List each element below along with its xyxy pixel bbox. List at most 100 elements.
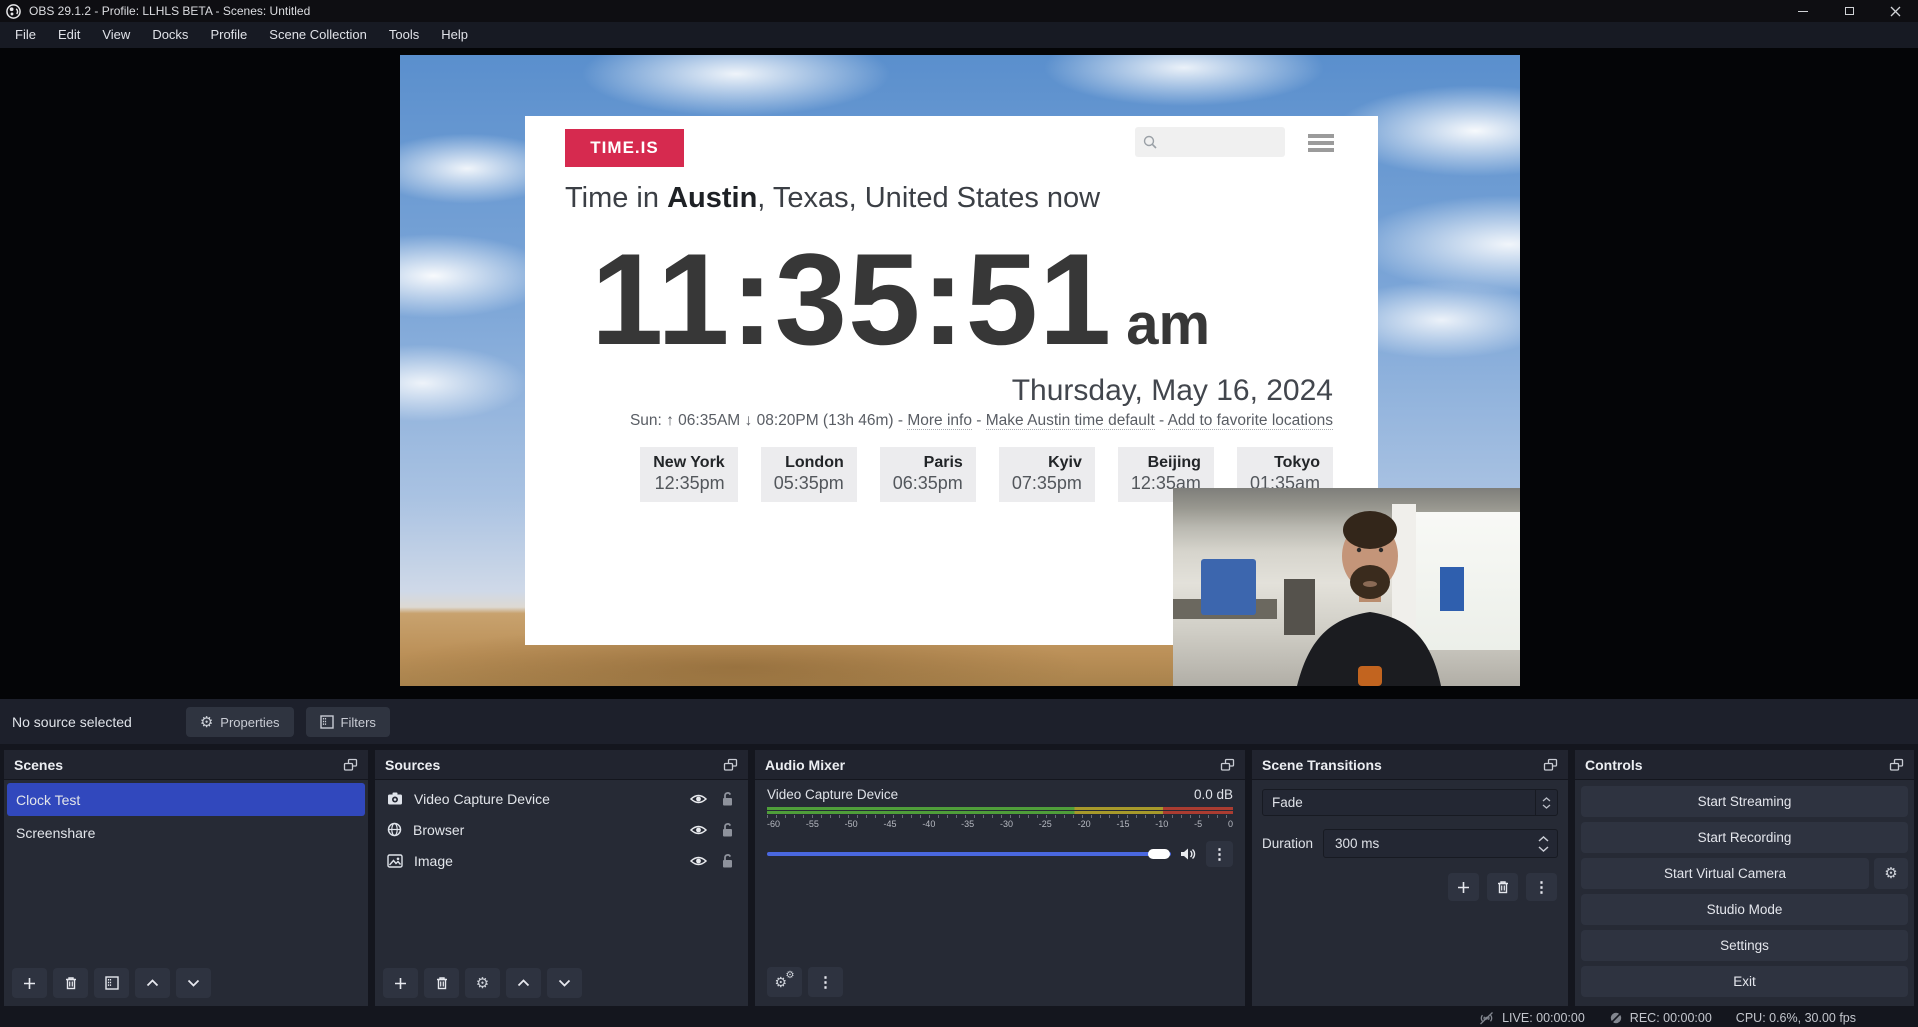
scene-item-clock-test[interactable]: Clock Test [7, 783, 365, 816]
start-streaming-button[interactable]: Start Streaming [1581, 786, 1908, 817]
unlock-icon[interactable] [721, 822, 734, 837]
transition-select[interactable]: Fade [1262, 789, 1558, 816]
more-info-link[interactable]: More info [907, 412, 972, 430]
start-virtual-camera-button[interactable]: Start Virtual Camera [1581, 858, 1869, 889]
timeis-search-box[interactable] [1135, 127, 1285, 157]
source-item-image[interactable]: Image [375, 845, 748, 876]
settings-button[interactable]: Settings [1581, 930, 1908, 961]
virtual-camera-config-button[interactable]: ⚙ [1874, 858, 1908, 889]
transition-selected-value: Fade [1272, 795, 1303, 810]
remove-scene-button[interactable] [53, 968, 88, 998]
transitions-panel-title: Scene Transitions [1262, 757, 1382, 773]
gears-icon: ⚙⚙ [775, 973, 795, 991]
volume-slider-handle[interactable] [1148, 849, 1170, 859]
dock-popout-icon[interactable] [1543, 758, 1558, 772]
no-source-label: No source selected [12, 714, 132, 730]
close-button[interactable] [1872, 0, 1918, 22]
unlock-icon[interactable] [721, 853, 734, 868]
menu-view[interactable]: View [91, 22, 141, 48]
menu-edit[interactable]: Edit [47, 22, 91, 48]
hamburger-menu-icon[interactable] [1308, 134, 1334, 152]
plus-icon [394, 977, 407, 990]
menu-scene-collection[interactable]: Scene Collection [258, 22, 378, 48]
city-paris[interactable]: Paris06:35pm [880, 447, 976, 502]
mixer-level-db: 0.0 dB [1194, 787, 1233, 802]
menu-file[interactable]: File [4, 22, 47, 48]
scene-canvas[interactable]: TIME.IS Time in Austin, Texas, United St… [400, 55, 1520, 686]
exit-button[interactable]: Exit [1581, 966, 1908, 997]
dock-popout-icon[interactable] [343, 758, 358, 772]
source-item-browser[interactable]: Browser [375, 814, 748, 845]
dock-popout-icon[interactable] [723, 758, 738, 772]
globe-icon [387, 822, 402, 837]
source-item-video-capture[interactable]: Video Capture Device [375, 783, 748, 814]
scene-item-screenshare[interactable]: Screenshare [7, 816, 365, 849]
remove-source-button[interactable] [424, 968, 459, 998]
transition-menu-button[interactable]: ⋮ [1526, 873, 1557, 901]
dock-popout-icon[interactable] [1220, 758, 1235, 772]
move-scene-up-button[interactable] [135, 968, 170, 998]
sources-panel-title: Sources [385, 757, 440, 773]
scenes-panel: Scenes Clock Test Screenshare [4, 750, 368, 1006]
sun-times: Sun: ↑ 06:35AM ↓ 08:20PM (13h 46m) [630, 412, 894, 429]
titlebar: OBS 29.1.2 - Profile: LLHLS BETA - Scene… [0, 0, 1918, 22]
scene-filters-button[interactable] [94, 968, 129, 998]
eye-icon[interactable] [690, 855, 707, 867]
spinner-arrows-icon[interactable] [1538, 836, 1549, 852]
select-arrows-icon [1535, 790, 1557, 815]
webcam-person [1173, 488, 1520, 686]
maximize-button[interactable] [1826, 0, 1872, 22]
dock-popout-icon[interactable] [1889, 758, 1904, 772]
menu-profile[interactable]: Profile [199, 22, 258, 48]
move-source-down-button[interactable] [547, 968, 582, 998]
menu-tools[interactable]: Tools [378, 22, 430, 48]
remove-transition-button[interactable] [1487, 873, 1518, 901]
studio-mode-button[interactable]: Studio Mode [1581, 894, 1908, 925]
menu-help[interactable]: Help [430, 22, 479, 48]
video-capture-overlay [1173, 488, 1520, 686]
rec-timer: REC: 00:00:00 [1630, 1011, 1712, 1025]
camera-icon [387, 791, 403, 806]
city-london[interactable]: London05:35pm [761, 447, 857, 502]
chevron-up-icon [146, 979, 159, 987]
menu-docks[interactable]: Docks [141, 22, 199, 48]
image-icon [387, 854, 403, 868]
add-source-button[interactable] [383, 968, 418, 998]
audio-mixer-title: Audio Mixer [765, 757, 845, 773]
mixer-channel-menu-button[interactable]: ⋮ [1206, 841, 1233, 867]
cpu-fps-stats: CPU: 0.6%, 30.00 fps [1736, 1011, 1856, 1025]
live-timer: LIVE: 00:00:00 [1502, 1011, 1585, 1025]
trash-icon [1496, 880, 1510, 894]
add-transition-button[interactable] [1448, 873, 1479, 901]
scenes-panel-title: Scenes [14, 757, 63, 773]
minimize-icon [1798, 11, 1808, 12]
eye-icon[interactable] [690, 793, 707, 805]
filters-button[interactable]: Filters [306, 707, 390, 737]
volume-slider[interactable] [767, 852, 1171, 856]
eye-icon[interactable] [690, 824, 707, 836]
move-source-up-button[interactable] [506, 968, 541, 998]
add-favorite-link[interactable]: Add to favorite locations [1168, 412, 1333, 430]
move-scene-down-button[interactable] [176, 968, 211, 998]
chevron-down-icon [187, 979, 200, 987]
start-recording-button[interactable]: Start Recording [1581, 822, 1908, 853]
source-properties-button[interactable]: ⚙ [465, 968, 500, 998]
status-bar: LIVE: 00:00:00 REC: 00:00:00 CPU: 0.6%, … [0, 1008, 1918, 1027]
properties-button[interactable]: ⚙ Properties [186, 707, 294, 737]
city-kyiv[interactable]: Kyiv07:35pm [999, 447, 1095, 502]
city-new-york[interactable]: New York12:35pm [640, 447, 737, 502]
current-date: Thursday, May 16, 2024 [1012, 374, 1333, 408]
make-default-link[interactable]: Make Austin time default [986, 412, 1155, 430]
controls-panel: Controls Start Streaming Start Recording… [1575, 750, 1914, 1006]
minimize-button[interactable] [1780, 0, 1826, 22]
duration-input[interactable]: 300 ms [1323, 829, 1558, 858]
advanced-audio-button[interactable]: ⚙⚙ [767, 967, 802, 997]
chevron-down-icon [558, 979, 571, 987]
gear-icon: ⚙ [476, 976, 489, 991]
add-scene-button[interactable] [12, 968, 47, 998]
unlock-icon[interactable] [721, 791, 734, 806]
trash-icon [64, 976, 78, 990]
mixer-menu-button[interactable]: ⋮ [808, 967, 843, 997]
speaker-icon[interactable] [1180, 847, 1197, 861]
preview-area: TIME.IS Time in Austin, Texas, United St… [0, 48, 1918, 699]
